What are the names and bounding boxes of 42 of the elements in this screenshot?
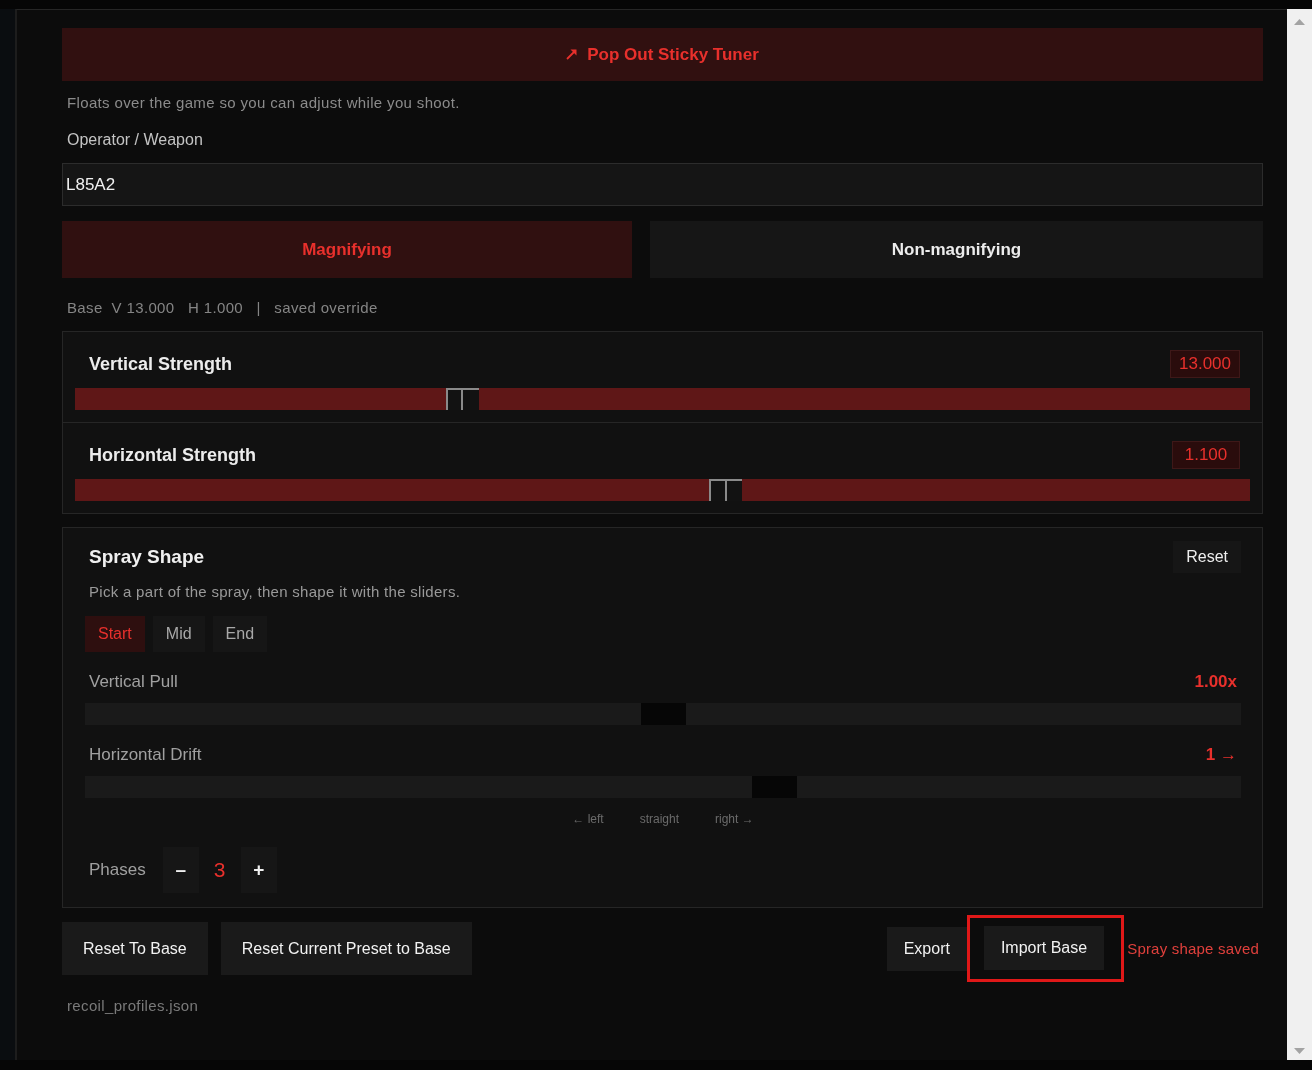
slider-label: Vertical Strength (89, 353, 233, 375)
slider-value: 1.00x (1194, 672, 1237, 692)
section-title: Spray Shape (88, 546, 205, 568)
reset-button[interactable]: Reset (1173, 541, 1241, 573)
action-button[interactable]: Reset To Base (62, 922, 208, 975)
value-box[interactable]: 13.000 (1170, 350, 1240, 378)
scroll-up-icon[interactable] (1294, 19, 1305, 25)
segment-tab[interactable]: End (212, 616, 268, 652)
arrow-icon (566, 49, 578, 60)
weapon-input[interactable]: L85A2 (62, 163, 1263, 206)
action-button[interactable]: Export (886, 926, 967, 971)
scale-label: right → (715, 812, 754, 826)
scale-label: straight (639, 812, 679, 826)
pop-out-button[interactable]: Pop Out Sticky Tuner (62, 28, 1263, 81)
scale-label: ← left (572, 812, 604, 826)
scroll-down-icon[interactable] (1294, 1048, 1305, 1054)
slider-thumb[interactable] (446, 388, 480, 410)
phase-count: 3 (212, 858, 227, 882)
action-button[interactable]: Reset Current Preset to Base (220, 922, 472, 975)
slider-label: Horizontal Strength (89, 444, 256, 466)
segment-tab[interactable]: Start (85, 616, 145, 652)
phases-label: Phases (88, 860, 146, 880)
decrement-button[interactable]: – (162, 847, 199, 893)
slider-track[interactable] (75, 479, 1250, 501)
slider-label: Vertical Pull (89, 672, 178, 692)
slider-thumb[interactable] (708, 479, 742, 501)
action-button[interactable]: Import Base (983, 926, 1105, 970)
mode-tab[interactable]: Non-magnifying (650, 221, 1263, 278)
slider-value: 1 → (1205, 745, 1237, 765)
segment-tab[interactable]: Mid (152, 616, 205, 652)
increment-button[interactable]: + (240, 847, 277, 893)
slider-track[interactable] (75, 388, 1250, 410)
value-box[interactable]: 1.100 (1172, 441, 1240, 469)
hint-text: Floats over the game so you can adjust while you shoot. (66, 93, 460, 113)
mode-tab[interactable]: Magnifying (62, 221, 632, 278)
field-label: Operator / Weapon (66, 130, 203, 150)
base-info-text: Base V 13.000 H 1.000 | saved override (66, 298, 378, 318)
file-name-text: recoil_profiles.json (66, 996, 199, 1016)
scrollbar[interactable] (1287, 9, 1312, 1060)
description-text: Pick a part of the spray, then shape it with the sliders. (88, 583, 461, 601)
slider-label: Horizontal Drift (89, 745, 202, 765)
status-text: Spray shape saved (1127, 940, 1259, 957)
